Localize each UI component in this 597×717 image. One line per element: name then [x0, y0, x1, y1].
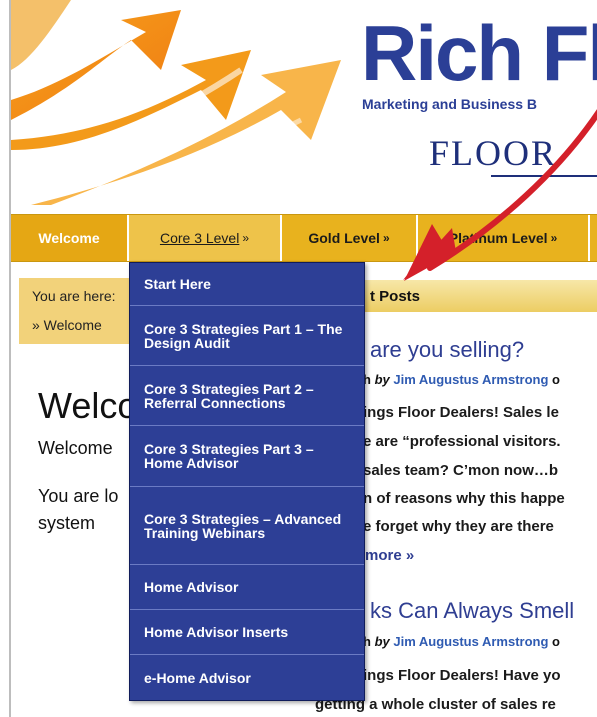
post-meta-by: by	[374, 634, 390, 649]
post-excerpt-line: ings Floor Dealers! Sales le	[363, 404, 559, 421]
site-logo-subtitle: Marketing and Business B	[362, 96, 538, 112]
site-logo-title: Rich Fl	[361, 9, 597, 97]
menu-item-referral-connections[interactable]: Core 3 Strategies Part 2 – Referral Conn…	[130, 366, 364, 426]
welcome-text: Welcome	[38, 438, 113, 458]
menu-item-label: Core 3 Strategies Part 1 – The Design Au…	[144, 320, 343, 351]
nav-platinum-label: Platinum Level	[448, 230, 548, 246]
menu-item-label: Start Here	[144, 276, 211, 292]
menu-item-label: Home Advisor	[144, 579, 239, 595]
brand-underline	[491, 175, 597, 177]
swoosh-graphic	[11, 0, 371, 205]
post-excerpt-line: ings Floor Dealers! Have yo	[363, 667, 561, 684]
nav-next-item[interactable]	[590, 215, 597, 261]
nav-core-3-level[interactable]: Core 3 Level »	[129, 215, 282, 261]
post-excerpt-line: sales team? C’mon now…b	[363, 462, 559, 479]
header-banner: Rich Fl Marketing and Business B FLOOR S	[11, 0, 597, 205]
nav-platinum-level[interactable]: Platinum Level »	[418, 215, 590, 261]
menu-item-e-home-advisor[interactable]: e-Home Advisor	[130, 655, 364, 700]
menu-item-label: Core 3 Strategies Part 2 – Referral Conn…	[144, 380, 314, 411]
read-more-link[interactable]: more »	[365, 547, 414, 564]
page: Rich Fl Marketing and Business B FLOOR S…	[0, 0, 597, 717]
menu-item-home-advisor-inserts[interactable]: Home Advisor Inserts	[130, 610, 364, 655]
menu-item-label: e-Home Advisor	[144, 669, 251, 686]
nav-platinum-raquo: »	[550, 231, 558, 245]
post-meta-by: by	[374, 372, 390, 387]
logged-in-text-1: You are lo	[38, 486, 119, 506]
post-meta: h by Jim Augustus Armstrong o	[363, 634, 560, 649]
post-meta: h by Jim Augustus Armstrong o	[363, 372, 560, 387]
nav-gold-raquo: »	[382, 231, 390, 245]
post-meta-suffix: o	[548, 634, 560, 649]
menu-item-advanced-webinars[interactable]: Core 3 Strategies – Advanced Training We…	[130, 487, 364, 565]
menu-item-home-advisor[interactable]: Home Advisor	[130, 565, 364, 610]
post-title[interactable]: ks Can Always Smell	[370, 598, 574, 624]
core-3-dropdown-menu: Start Here Core 3 Strategies Part 1 – Th…	[129, 262, 365, 701]
menu-item-design-audit[interactable]: Core 3 Strategies Part 1 – The Design Au…	[130, 306, 364, 366]
main-nav: Welcome Core 3 Level » Gold Level » Plat…	[11, 214, 597, 262]
post-title[interactable]: are you selling?	[370, 337, 524, 363]
post-excerpt-line: e forget why they are there	[363, 518, 554, 535]
breadcrumb-prefix: You are here:	[32, 288, 116, 304]
nav-gold-level[interactable]: Gold Level »	[282, 215, 418, 261]
nav-welcome-label: Welcome	[38, 230, 100, 246]
post-excerpt-line: n of reasons why this happe	[363, 490, 565, 507]
menu-item-label: Home Advisor Inserts	[144, 624, 289, 640]
post-excerpt-line: e are “professional visitors.	[363, 433, 561, 450]
brand-logo-text: FLOOR	[429, 133, 558, 173]
menu-item-label: Core 3 Strategies – Advanced Training We…	[144, 510, 342, 541]
nav-core-label: Core 3 Level	[159, 230, 240, 246]
logged-in-text-2: system	[38, 513, 96, 533]
menu-item-start-here[interactable]: Start Here	[130, 263, 364, 306]
menu-item-core-home-advisor[interactable]: Core 3 Strategies Part 3 – Home Advisor	[130, 426, 364, 487]
nav-core-raquo: »	[242, 231, 250, 245]
post-author-link[interactable]: Jim Augustus Armstrong	[393, 634, 548, 649]
nav-gold-label: Gold Level	[308, 230, 380, 246]
recent-posts-title: t Posts	[370, 288, 421, 305]
post-meta-suffix: o	[548, 372, 560, 387]
post-author-link[interactable]: Jim Augustus Armstrong	[393, 372, 548, 387]
breadcrumb-welcome-link[interactable]: » Welcome	[32, 317, 102, 333]
menu-item-label: Core 3 Strategies Part 3 – Home Advisor	[144, 441, 314, 471]
welcome-heading: Welco	[38, 385, 138, 426]
nav-welcome[interactable]: Welcome	[11, 215, 129, 261]
